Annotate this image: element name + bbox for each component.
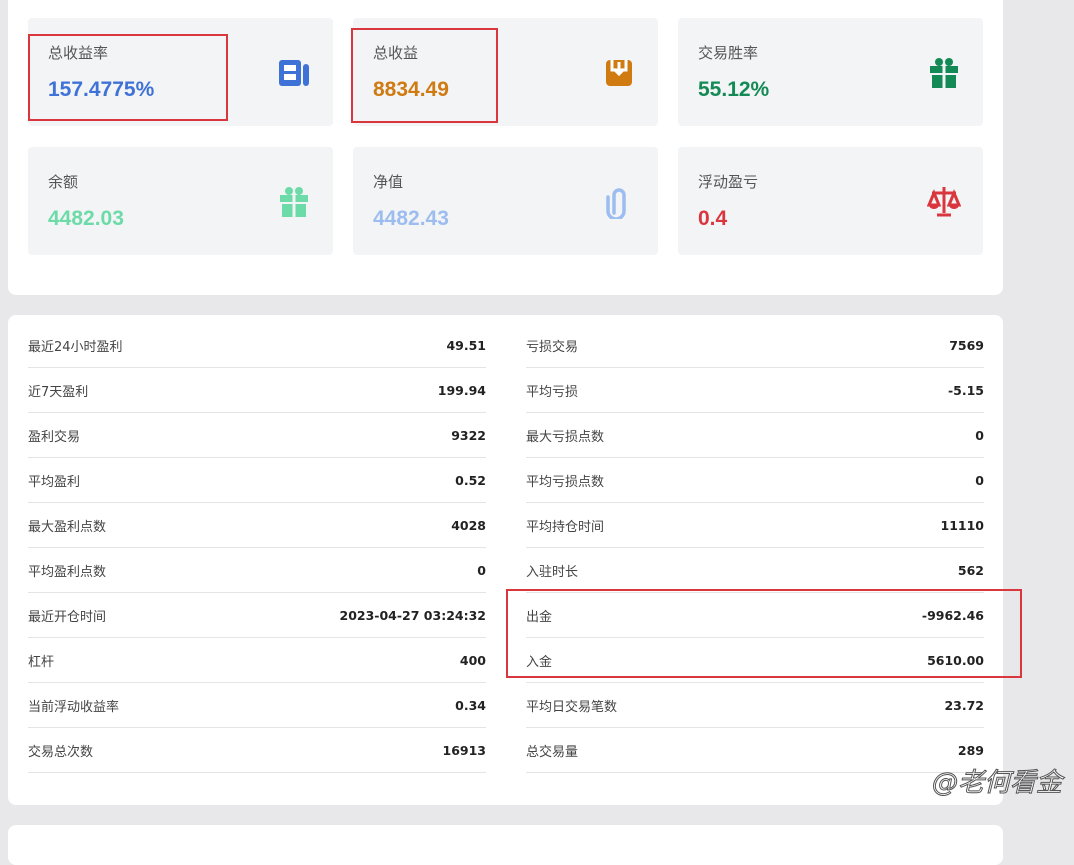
stat-value: 2023-04-27 03:24:32 [339, 607, 487, 623]
paperclip-icon [606, 188, 626, 219]
stat-row: 交易总次数 16913 [28, 728, 486, 773]
tile-value: 55.12% [698, 78, 770, 101]
summary-tile: 净值 4482.43 [353, 147, 658, 255]
stat-label: 平均亏损 [526, 384, 579, 400]
stat-value: 0.34 [455, 697, 486, 713]
tile-value: 0.4 [698, 207, 728, 230]
tile-value: 4482.43 [373, 207, 449, 230]
tile-label: 交易胜率 [698, 44, 759, 62]
stat-row: 最近开仓时间 2023-04-27 03:24:32 [28, 593, 486, 638]
summary-tile: 余额 4482.03 [28, 147, 333, 255]
tile-label: 浮动盈亏 [698, 173, 759, 191]
stat-label: 近7天盈利 [28, 384, 89, 400]
summary-tile: 浮动盈亏 0.4 [678, 147, 983, 255]
stat-label: 平均亏损点数 [526, 474, 605, 490]
highlight-box [351, 28, 498, 123]
gift-icon [280, 187, 308, 217]
next-card [8, 825, 1003, 865]
tile-label: 余额 [48, 173, 79, 191]
download-tray-icon [606, 60, 632, 86]
stat-row: 杠杆 400 [28, 638, 486, 683]
stat-row: 平均持仓时间 11110 [526, 503, 984, 548]
stat-label: 交易总次数 [28, 744, 94, 760]
stat-row: 亏损交易 7569 [526, 323, 984, 368]
stat-value: 9322 [451, 427, 486, 443]
gift-icon [930, 58, 958, 88]
highlight-box [506, 589, 1022, 678]
stat-value: 7569 [949, 337, 984, 353]
stat-label: 总交易量 [526, 744, 579, 760]
stat-row: 总交易量 289 [526, 728, 984, 773]
stat-row: 平均亏损 -5.15 [526, 368, 984, 413]
stat-value: -5.15 [947, 382, 984, 398]
stat-value: 562 [957, 562, 984, 578]
stat-label: 平均持仓时间 [526, 519, 605, 535]
stat-label: 平均盈利点数 [28, 564, 107, 580]
stat-row: 平均盈利 0.52 [28, 458, 486, 503]
stat-label: 盈利交易 [28, 429, 81, 445]
stat-label: 最大亏损点数 [526, 429, 605, 445]
stat-row: 当前浮动收益率 0.34 [28, 683, 486, 728]
newspaper-icon [279, 60, 309, 86]
summary-tile: 交易胜率 55.12% [678, 18, 983, 126]
stat-label: 平均日交易笔数 [526, 699, 618, 715]
stat-value: 23.72 [944, 697, 984, 713]
stat-value: 11110 [940, 517, 985, 533]
stat-label: 最近24小时盈利 [28, 339, 123, 355]
stat-label: 当前浮动收益率 [28, 699, 120, 715]
stat-value: 0 [975, 472, 984, 488]
highlight-box [28, 34, 228, 121]
stat-label: 最近开仓时间 [28, 609, 107, 625]
stat-label: 亏损交易 [526, 339, 579, 355]
stat-row: 平均亏损点数 0 [526, 458, 984, 503]
stat-row: 平均日交易笔数 23.72 [526, 683, 984, 728]
stat-row: 最大亏损点数 0 [526, 413, 984, 458]
stat-row: 盈利交易 9322 [28, 413, 486, 458]
tile-value: 4482.03 [48, 207, 124, 230]
stat-value: 0 [477, 562, 486, 578]
stat-value: 0.52 [455, 472, 486, 488]
tile-label: 净值 [373, 173, 404, 191]
stat-label: 入驻时长 [526, 564, 579, 580]
stat-row: 近7天盈利 199.94 [28, 368, 486, 413]
stat-row: 平均盈利点数 0 [28, 548, 486, 593]
stat-value: 289 [957, 742, 984, 758]
stat-label: 最大盈利点数 [28, 519, 107, 535]
stat-value: 199.94 [437, 382, 486, 398]
stat-label: 平均盈利 [28, 474, 81, 490]
stat-value: 4028 [451, 517, 486, 533]
scale-icon [927, 187, 961, 217]
stat-row: 最近24小时盈利 49.51 [28, 323, 486, 368]
watermark: @老何看金 [931, 768, 1062, 799]
stat-row: 入驻时长 562 [526, 548, 984, 593]
stat-row: 最大盈利点数 4028 [28, 503, 486, 548]
stat-value: 49.51 [446, 337, 486, 353]
stat-value: 0 [975, 427, 984, 443]
stat-value: 400 [459, 652, 486, 668]
stat-label: 杠杆 [28, 654, 55, 670]
stat-value: 16913 [442, 742, 487, 758]
